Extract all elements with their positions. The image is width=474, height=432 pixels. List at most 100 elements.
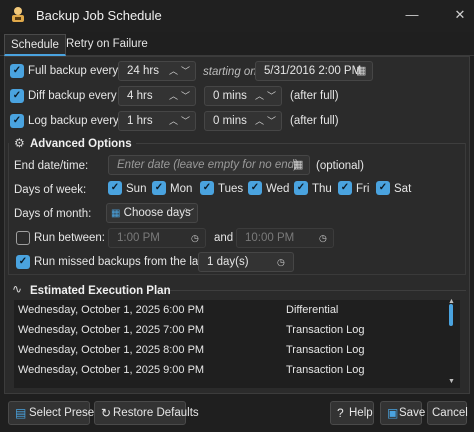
run-missed-checkbox[interactable]: ✓: [16, 255, 30, 269]
log-interval-value: 1 hrs: [127, 115, 153, 127]
plan-title: Estimated Execution Plan: [30, 285, 171, 297]
gears-icon: ⚙: [14, 136, 27, 150]
scroll-down-arrow-icon[interactable]: ▼: [448, 378, 455, 385]
full-backup-label: Full backup every: [28, 65, 119, 77]
minimize-icon: —: [405, 7, 419, 22]
day-sat-label: Sat: [394, 183, 412, 195]
plan-row-date: Wednesday, October 1, 2025 7:00 PM: [18, 324, 205, 336]
close-button[interactable]: ✕: [448, 4, 472, 26]
chevron-up-icon[interactable]: ︿: [169, 62, 178, 80]
calendar-icon: ▦: [111, 208, 121, 219]
day-fri-checkbox[interactable]: ✓: [338, 181, 352, 195]
missed-duration-value: 1 day(s): [207, 256, 249, 268]
day-tues-label: Tues: [218, 183, 244, 195]
close-icon: ✕: [454, 7, 466, 22]
help-button[interactable]: ? Help: [330, 401, 374, 425]
log-backup-label: Log backup every: [28, 115, 119, 127]
list-item[interactable]: Wednesday, October 1, 2025 6:00 PM Diffe…: [14, 300, 446, 320]
chevron-down-icon[interactable]: ﹀: [267, 87, 276, 105]
minimize-button[interactable]: —: [400, 4, 424, 26]
diff-offset-field[interactable]: 0 mins ︿ ﹀: [204, 86, 282, 106]
diff-backup-label: Diff backup every: [28, 90, 117, 102]
between-to-value: 10:00 PM: [245, 232, 295, 244]
day-tues-checkbox[interactable]: ✓: [200, 181, 214, 195]
restore-defaults-label: Restore Defaults: [113, 407, 199, 419]
log-interval-field[interactable]: 1 hrs ︿ ﹀: [118, 111, 196, 131]
chevron-up-icon[interactable]: ︿: [169, 87, 178, 105]
restore-icon: ↻: [101, 406, 112, 420]
day-wed-checkbox[interactable]: ✓: [248, 181, 262, 195]
advanced-options-title: Advanced Options: [30, 138, 136, 150]
calendar-icon[interactable]: ▦: [356, 62, 366, 80]
log-after-full-label: (after full): [290, 115, 339, 127]
help-label: Help: [349, 407, 373, 419]
between-and-label: and: [214, 232, 234, 244]
select-preset-label: Select Preset: [29, 407, 98, 419]
plan-row-type: Transaction Log: [286, 344, 365, 356]
between-from-value: 1:00 PM: [117, 232, 160, 244]
day-sat-checkbox[interactable]: ✓: [376, 181, 390, 195]
plan-row-date: Wednesday, October 1, 2025 6:00 PM: [18, 304, 205, 316]
diff-backup-checkbox[interactable]: ✓: [10, 89, 24, 103]
between-to-field[interactable]: 10:00 PM ◷: [236, 228, 334, 248]
log-backup-checkbox[interactable]: ✓: [10, 114, 24, 128]
missed-duration-field[interactable]: 1 day(s) ◷: [198, 252, 294, 272]
run-between-checkbox[interactable]: [16, 231, 30, 245]
chevron-down-icon[interactable]: ﹀: [181, 62, 190, 80]
preset-icon: ▤: [15, 406, 27, 420]
diff-interval-field[interactable]: 4 hrs ︿ ﹀: [118, 86, 196, 106]
cancel-button[interactable]: Cancel: [427, 401, 468, 425]
day-thu-label: Thu: [312, 183, 332, 195]
diff-interval-value: 4 hrs: [127, 90, 153, 102]
plan-row-type: Transaction Log: [286, 364, 365, 376]
chevron-down-icon[interactable]: ﹀: [181, 87, 190, 105]
list-scrollbar-thumb[interactable]: [449, 304, 453, 326]
list-item[interactable]: Wednesday, October 1, 2025 8:00 PM Trans…: [14, 340, 446, 360]
clock-icon: ◷: [191, 233, 199, 243]
chevron-up-icon[interactable]: ︿: [255, 87, 264, 105]
diff-after-full-label: (after full): [290, 90, 339, 102]
clock-icon[interactable]: ◷: [277, 253, 285, 271]
optional-label: (optional): [316, 160, 364, 172]
calendar-icon[interactable]: ▦: [293, 156, 303, 174]
end-datetime-input[interactable]: Enter date (leave empty for no end) ▦: [108, 155, 310, 175]
tab-retry-on-failure[interactable]: Retry on Failure: [60, 34, 154, 56]
clock-icon: ◷: [319, 233, 327, 243]
day-mon-checkbox[interactable]: ✓: [152, 181, 166, 195]
save-label: Save: [399, 407, 426, 419]
full-interval-value: 24 hrs: [127, 65, 159, 77]
start-datetime-field[interactable]: 5/31/2016 2:00 PM ▦: [255, 61, 373, 81]
chevron-down-icon[interactable]: ﹀: [267, 112, 276, 130]
log-offset-value: 0 mins: [213, 115, 247, 127]
day-wed-label: Wed: [266, 183, 290, 195]
day-sun-checkbox[interactable]: ✓: [108, 181, 122, 195]
days-of-week-label: Days of week:: [14, 184, 87, 196]
window-title: Backup Job Schedule: [36, 8, 162, 23]
full-backup-checkbox[interactable]: ✓: [10, 64, 24, 78]
log-offset-field[interactable]: 0 mins ︿ ﹀: [204, 111, 282, 131]
plan-row-type: Transaction Log: [286, 324, 365, 336]
tab-schedule[interactable]: Schedule: [4, 34, 66, 56]
pulse-icon: ∿: [12, 282, 23, 296]
plan-divider: [156, 290, 466, 291]
plan-row-date: Wednesday, October 1, 2025 9:00 PM: [18, 364, 205, 376]
restore-defaults-button[interactable]: ↻ Restore Defaults: [94, 401, 199, 425]
chevron-down-icon[interactable]: ﹀: [181, 112, 190, 130]
chevron-down-icon: ﹀: [185, 208, 195, 218]
execution-plan-list[interactable]: Wednesday, October 1, 2025 6:00 PM Diffe…: [14, 300, 460, 388]
chevron-up-icon[interactable]: ︿: [169, 112, 178, 130]
chevron-up-icon[interactable]: ︿: [255, 112, 264, 130]
between-from-field[interactable]: 1:00 PM ◷: [108, 228, 206, 248]
save-button[interactable]: ▣ Save: [380, 401, 426, 425]
day-sun-label: Sun: [126, 183, 147, 195]
day-thu-checkbox[interactable]: ✓: [294, 181, 308, 195]
end-datetime-label: End date/time:: [14, 160, 89, 172]
choose-days-button[interactable]: ▦ Choose days ﹀: [106, 203, 198, 223]
starting-on-label: starting on: [203, 66, 257, 78]
full-interval-field[interactable]: 24 hrs ︿ ﹀: [118, 61, 196, 81]
plan-row-date: Wednesday, October 1, 2025 8:00 PM: [18, 344, 205, 356]
run-between-label: Run between:: [34, 232, 105, 244]
list-item[interactable]: Wednesday, October 1, 2025 9:00 PM Trans…: [14, 360, 446, 380]
select-preset-button[interactable]: ▤ Select Preset: [8, 401, 97, 425]
list-item[interactable]: Wednesday, October 1, 2025 7:00 PM Trans…: [14, 320, 446, 340]
